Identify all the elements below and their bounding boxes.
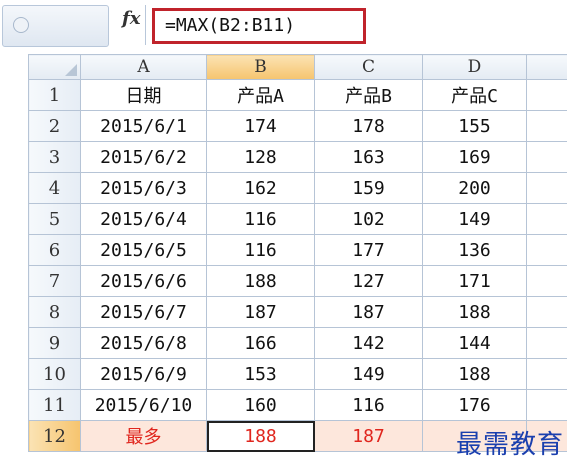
cell[interactable]: 187 bbox=[314, 296, 423, 328]
table-row: 9 2015/6/8 166 142 144 bbox=[28, 327, 567, 359]
cell[interactable] bbox=[526, 265, 567, 297]
cell[interactable]: 136 bbox=[422, 234, 527, 266]
cell[interactable]: 169 bbox=[422, 141, 527, 173]
cell[interactable]: 2015/6/2 bbox=[80, 141, 207, 173]
cell[interactable]: 200 bbox=[422, 172, 527, 204]
table-row: 3 2015/6/2 128 163 169 bbox=[28, 141, 567, 173]
column-header-a[interactable]: A bbox=[80, 54, 207, 80]
cell[interactable]: 160 bbox=[206, 389, 315, 421]
cell[interactable] bbox=[526, 296, 567, 328]
row-header[interactable]: 3 bbox=[28, 141, 81, 173]
cell[interactable]: 102 bbox=[314, 203, 423, 235]
cell[interactable]: 2015/6/3 bbox=[80, 172, 207, 204]
cell[interactable]: 128 bbox=[206, 141, 315, 173]
row-header[interactable]: 5 bbox=[28, 203, 81, 235]
cell[interactable]: 171 bbox=[422, 265, 527, 297]
cell[interactable]: 116 bbox=[206, 234, 315, 266]
cell[interactable]: 产品A bbox=[206, 79, 315, 111]
cell[interactable]: 153 bbox=[206, 358, 315, 390]
cell[interactable]: 产品C bbox=[422, 79, 527, 111]
formula-bar-divider bbox=[145, 5, 146, 45]
table-row: 4 2015/6/3 162 159 200 bbox=[28, 172, 567, 204]
cell[interactable] bbox=[526, 358, 567, 390]
cell[interactable]: 176 bbox=[422, 389, 527, 421]
cell[interactable]: 2015/6/4 bbox=[80, 203, 207, 235]
table-row: 10 2015/6/9 153 149 188 bbox=[28, 358, 567, 390]
row-header[interactable]: 4 bbox=[28, 172, 81, 204]
cell[interactable] bbox=[526, 110, 567, 142]
cell[interactable] bbox=[526, 234, 567, 266]
cell[interactable]: 127 bbox=[314, 265, 423, 297]
table-row: 7 2015/6/6 188 127 171 bbox=[28, 265, 567, 297]
cell[interactable]: 2015/6/7 bbox=[80, 296, 207, 328]
cell[interactable]: 188 bbox=[206, 265, 315, 297]
cell[interactable]: 163 bbox=[314, 141, 423, 173]
max-label-cell[interactable]: 最多 bbox=[80, 420, 207, 452]
formula-input[interactable]: =MAX(B2:B11) bbox=[152, 8, 366, 44]
cell[interactable]: 187 bbox=[206, 296, 315, 328]
column-header-c[interactable]: C bbox=[314, 54, 423, 80]
select-all-corner[interactable] bbox=[28, 54, 81, 80]
cell[interactable]: 188 bbox=[422, 358, 527, 390]
cell[interactable]: 2015/6/8 bbox=[80, 327, 207, 359]
table-row: 1 日期 产品A 产品B 产品C bbox=[28, 79, 567, 111]
column-header-row: A B C D bbox=[28, 54, 567, 80]
cell[interactable]: 144 bbox=[422, 327, 527, 359]
row-header[interactable]: 12 bbox=[28, 420, 81, 452]
cell[interactable]: 174 bbox=[206, 110, 315, 142]
name-box[interactable] bbox=[2, 5, 109, 47]
table-row: 6 2015/6/5 116 177 136 bbox=[28, 234, 567, 266]
cell[interactable]: 116 bbox=[314, 389, 423, 421]
row-header[interactable]: 8 bbox=[28, 296, 81, 328]
cell[interactable] bbox=[526, 141, 567, 173]
cell[interactable]: 177 bbox=[314, 234, 423, 266]
circle-button-icon[interactable] bbox=[13, 17, 29, 33]
row-header[interactable]: 1 bbox=[28, 79, 81, 111]
cell[interactable] bbox=[526, 327, 567, 359]
cell[interactable]: 2015/6/5 bbox=[80, 234, 207, 266]
formula-bar: fx =MAX(B2:B11) bbox=[0, 0, 578, 54]
cell[interactable]: 166 bbox=[206, 327, 315, 359]
column-header-d[interactable]: D bbox=[422, 54, 527, 80]
spreadsheet-grid: A B C D 1 日期 产品A 产品B 产品C 2 2015/6/1 174 … bbox=[28, 54, 567, 452]
row-header[interactable]: 11 bbox=[28, 389, 81, 421]
cell[interactable]: 日期 bbox=[80, 79, 207, 111]
row-header[interactable]: 9 bbox=[28, 327, 81, 359]
active-cell[interactable]: 188 bbox=[206, 420, 315, 452]
cell[interactable]: 2015/6/1 bbox=[80, 110, 207, 142]
cell[interactable]: 142 bbox=[314, 327, 423, 359]
column-header-next[interactable] bbox=[526, 54, 567, 80]
cell[interactable]: 188 bbox=[422, 296, 527, 328]
cell[interactable]: 162 bbox=[206, 172, 315, 204]
cell[interactable] bbox=[526, 389, 567, 421]
function-fx-icon[interactable]: fx bbox=[122, 8, 140, 29]
table-row: 11 2015/6/10 160 116 176 bbox=[28, 389, 567, 421]
row-header[interactable]: 6 bbox=[28, 234, 81, 266]
cell[interactable]: 155 bbox=[422, 110, 527, 142]
cell[interactable]: 149 bbox=[314, 358, 423, 390]
cell[interactable] bbox=[526, 203, 567, 235]
cell[interactable] bbox=[526, 172, 567, 204]
table-row: 8 2015/6/7 187 187 188 bbox=[28, 296, 567, 328]
table-row: 5 2015/6/4 116 102 149 bbox=[28, 203, 567, 235]
cell[interactable]: 2015/6/6 bbox=[80, 265, 207, 297]
cell[interactable] bbox=[526, 79, 567, 111]
column-header-b[interactable]: B bbox=[206, 54, 315, 80]
watermark-logo: 最需教育 bbox=[456, 430, 565, 460]
cell[interactable]: 159 bbox=[314, 172, 423, 204]
row-header[interactable]: 7 bbox=[28, 265, 81, 297]
table-row: 2 2015/6/1 174 178 155 bbox=[28, 110, 567, 142]
cell[interactable]: 116 bbox=[206, 203, 315, 235]
row-header[interactable]: 10 bbox=[28, 358, 81, 390]
cell[interactable]: 2015/6/10 bbox=[80, 389, 207, 421]
cell[interactable]: 187 bbox=[314, 420, 423, 452]
cell[interactable]: 产品B bbox=[314, 79, 423, 111]
row-header[interactable]: 2 bbox=[28, 110, 81, 142]
cell[interactable]: 2015/6/9 bbox=[80, 358, 207, 390]
cell[interactable]: 178 bbox=[314, 110, 423, 142]
cell[interactable]: 149 bbox=[422, 203, 527, 235]
